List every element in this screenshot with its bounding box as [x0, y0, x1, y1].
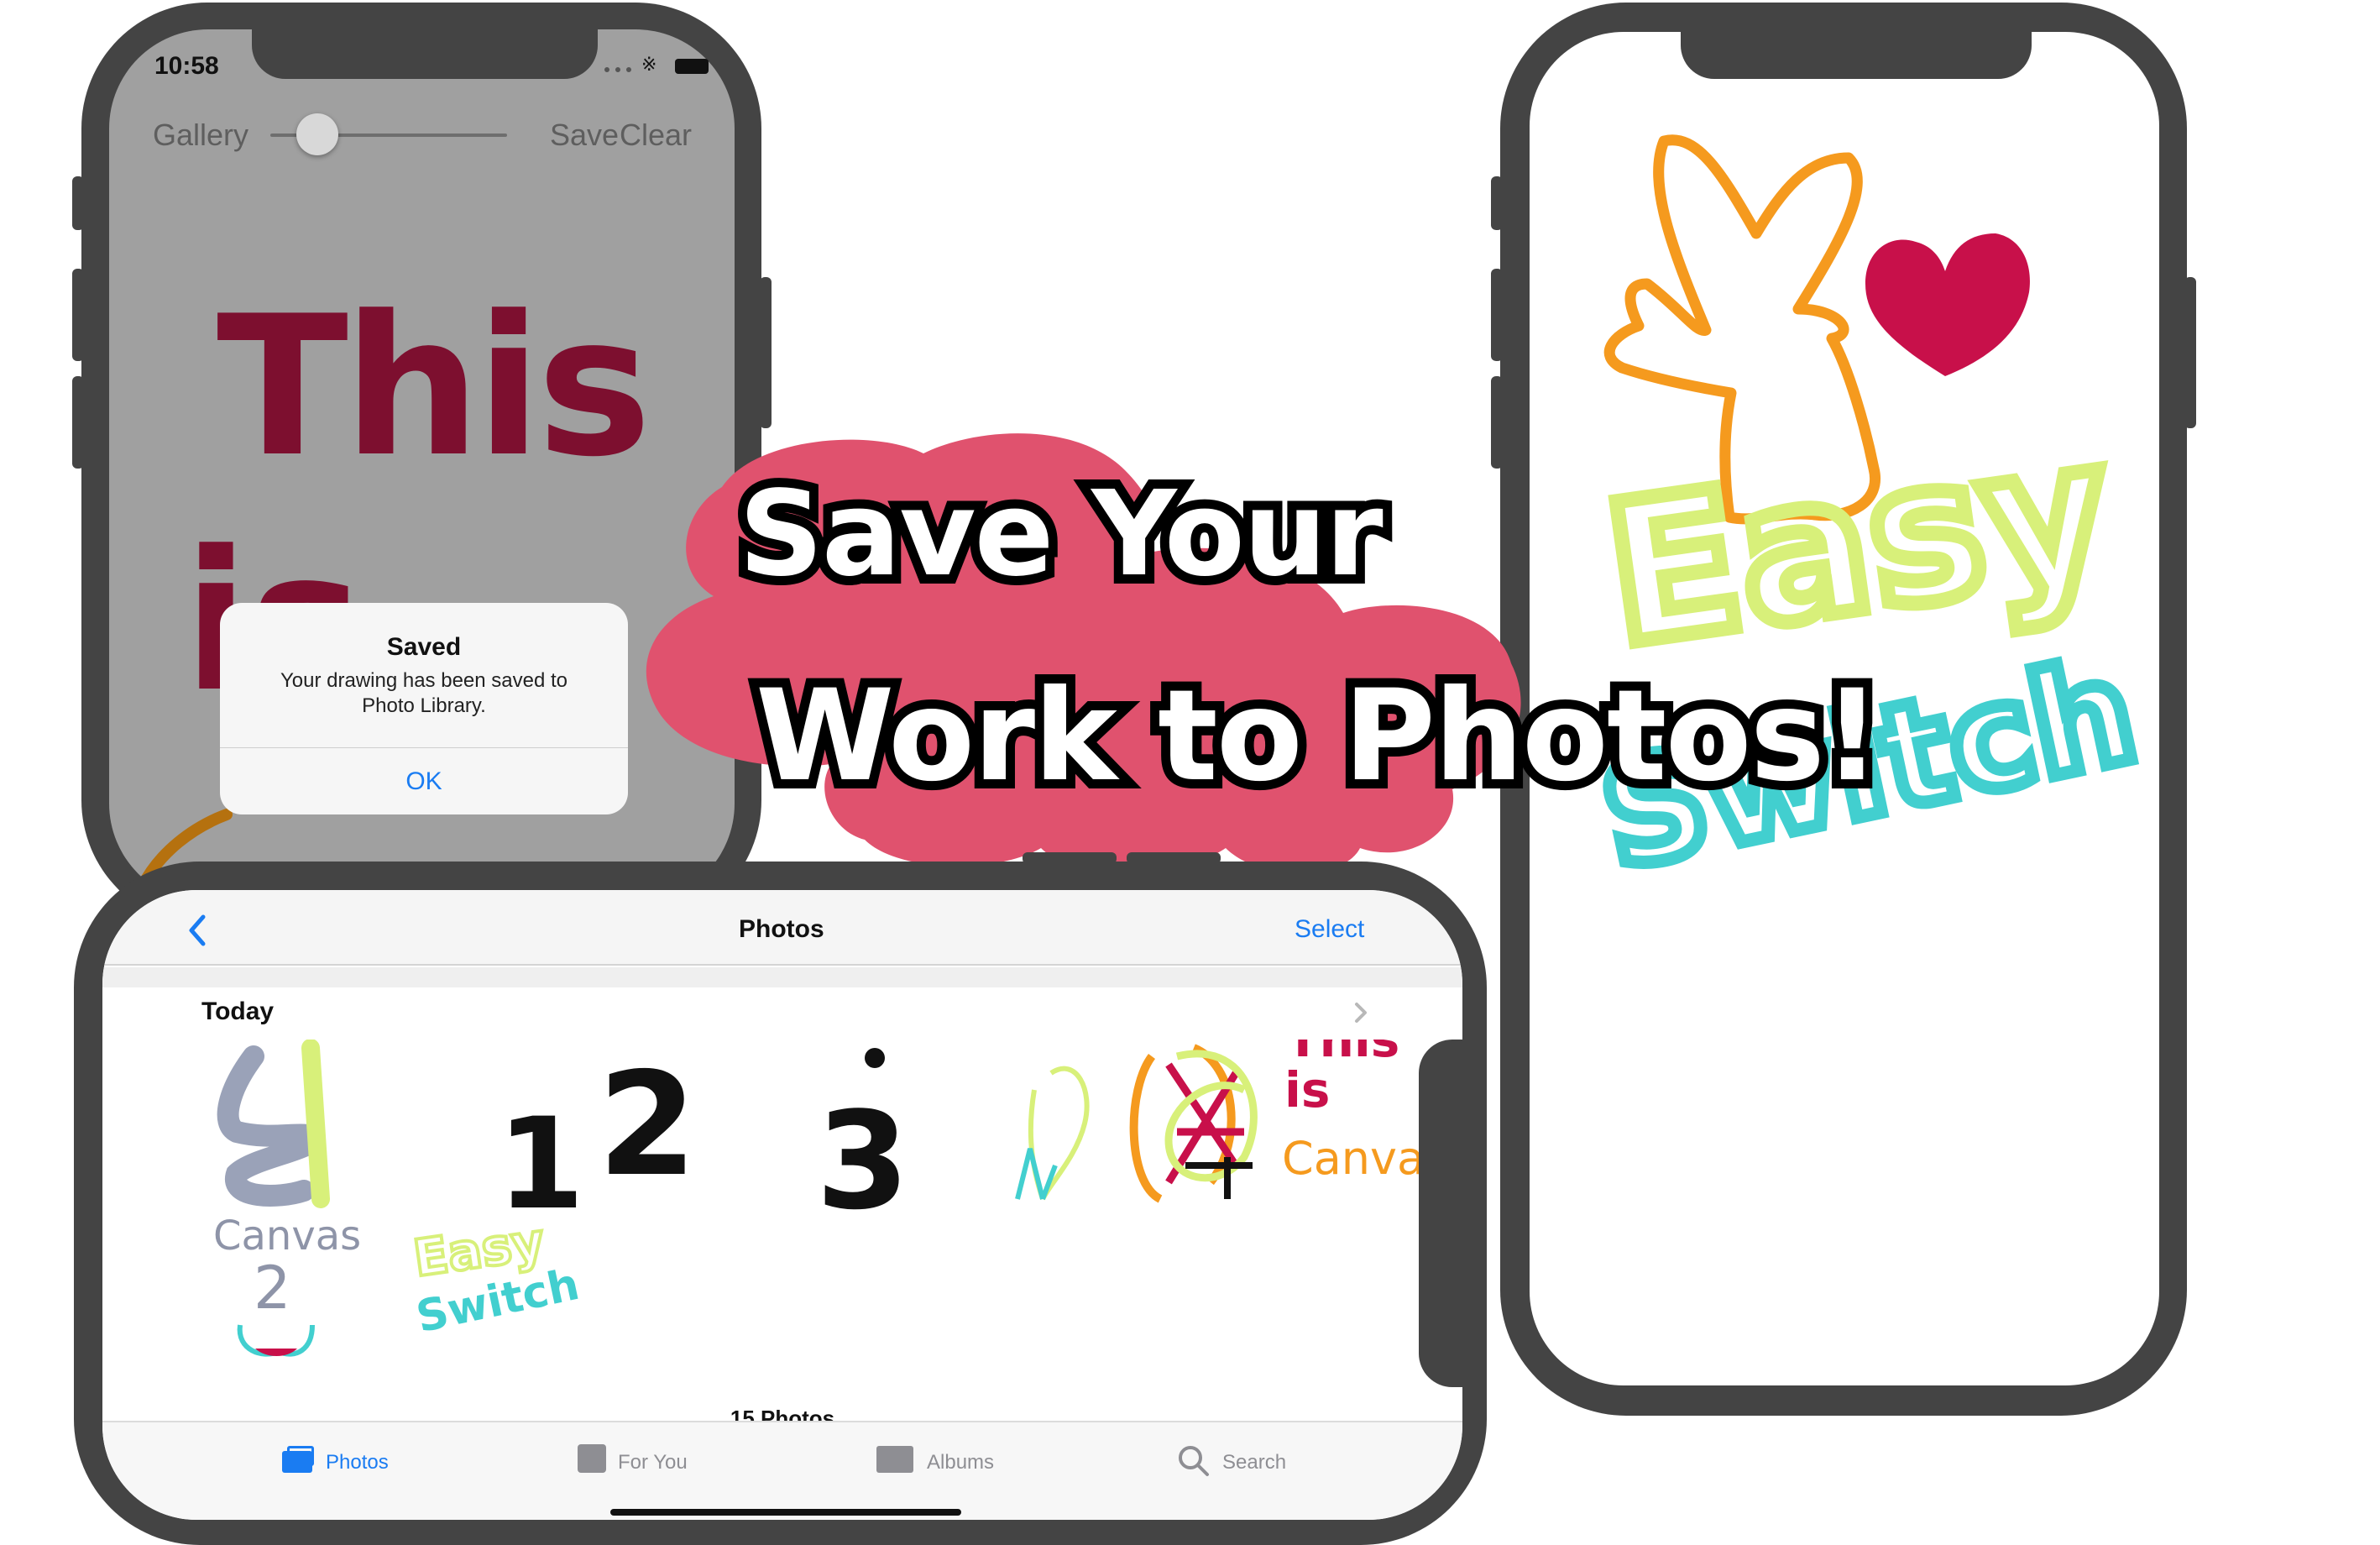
thumb4-dot [865, 1048, 885, 1068]
photos-icon [282, 1446, 316, 1473]
chevron-right-icon[interactable] [1353, 1001, 1368, 1024]
thumb3-digit: 2 [598, 1042, 697, 1208]
saved-alert-dialog: Saved Your drawing has been saved to Pho… [220, 603, 628, 814]
tab-photos-label: Photos [326, 1451, 389, 1474]
tab-search[interactable]: Search [1177, 1443, 1328, 1480]
notch-right [1681, 25, 2032, 79]
nav-bar: Photos Select [102, 890, 1462, 966]
thumb7-is-text: is [1284, 1061, 1330, 1118]
save-button[interactable]: Save [550, 118, 619, 153]
notch-left [252, 25, 598, 79]
thumb4-digit: 3 [816, 1082, 909, 1239]
alert-ok-button[interactable]: OK [220, 767, 628, 796]
side-button-right [760, 277, 772, 428]
alert-message: Your drawing has been saved to Photo Lib… [280, 669, 568, 717]
nav-title: Photos [739, 915, 824, 943]
photos-app-screen: Photos Select Today Canvas 2 1 Easy Swit… [102, 890, 1462, 1520]
tab-photos[interactable]: Photos [279, 1443, 430, 1480]
thumb1-lime-bar [301, 1040, 330, 1208]
photo-thumbnail-2[interactable]: 1 Easy Switch [408, 1092, 584, 1343]
headline-line-1: Save Your [730, 457, 1393, 612]
select-button[interactable]: Select [1295, 915, 1364, 944]
thumb1-shape-4 [217, 1045, 324, 1207]
photo-grid: Canvas 2 1 Easy Switch 2 3 This is Canva… [213, 1040, 1448, 1357]
photo-thumbnail-6[interactable] [1129, 1044, 1258, 1203]
chevron-left-icon[interactable] [186, 914, 207, 947]
alert-title: Saved [386, 633, 462, 661]
thumb1-canvas-text: Canvas [213, 1212, 361, 1260]
battery-icon [675, 59, 709, 74]
photo-thumbnail-1[interactable]: Canvas 2 [213, 1040, 361, 1357]
for-you-icon [578, 1444, 606, 1473]
tab-bar: Photos For You Albums Search [102, 1421, 1462, 1520]
photo-thumbnail-4[interactable]: 3 [816, 1048, 909, 1239]
status-time: 10:58 [154, 52, 219, 80]
tab-for-you[interactable]: For You [574, 1443, 725, 1480]
albums-icon [876, 1446, 913, 1473]
photo-thumbnail-3[interactable]: 2 [598, 1042, 697, 1208]
tab-albums[interactable]: Albums [876, 1443, 1028, 1480]
tab-search-label: Search [1222, 1451, 1287, 1474]
headline-line-2: Work to Photos! [746, 654, 1890, 819]
tab-for-you-label: For You [618, 1451, 688, 1474]
photo-thumbnail-5[interactable] [1015, 1066, 1090, 1201]
notch-landscape [1419, 1040, 1472, 1387]
clear-button[interactable]: Clear [620, 118, 692, 153]
tab-albums-label: Albums [927, 1451, 995, 1474]
thumb1-number-text: 2 [254, 1254, 291, 1322]
this-drawing-text: This [217, 275, 646, 500]
scrolled-header-strip [102, 967, 1462, 987]
home-indicator [610, 1509, 961, 1516]
wifi-icon: ※ [641, 54, 657, 75]
cellular-icon [604, 67, 631, 79]
search-icon [1179, 1446, 1209, 1476]
status-icons: ※ [604, 55, 714, 77]
alert-divider [220, 747, 628, 748]
gallery-button[interactable]: Gallery [153, 118, 248, 153]
section-title-today: Today [201, 998, 275, 1025]
heart-drawing [1865, 233, 2030, 376]
